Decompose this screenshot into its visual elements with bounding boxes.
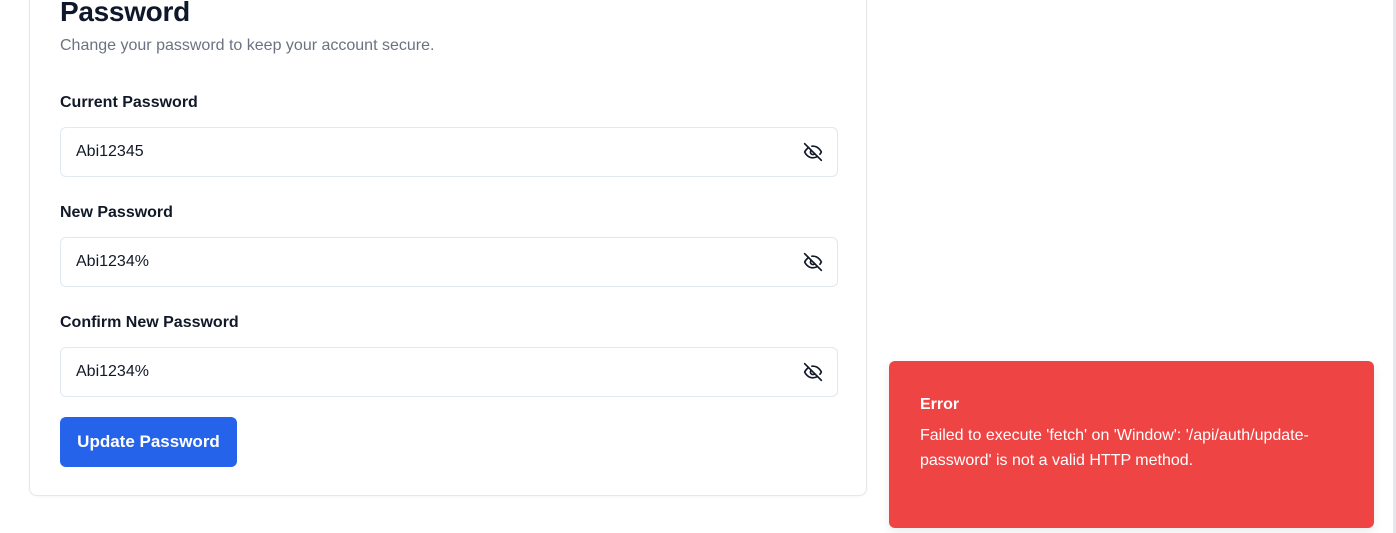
page: Password Change your password to keep yo… (0, 0, 1396, 533)
update-password-button[interactable]: Update Password (60, 417, 237, 467)
error-toast[interactable]: Error Failed to execute 'fetch' on 'Wind… (889, 361, 1374, 528)
new-password-label: New Password (60, 204, 173, 221)
confirm-password-value[interactable]: Abi1234% (76, 348, 149, 396)
new-password-value[interactable]: Abi1234% (76, 238, 149, 286)
section-title: Password (60, 0, 190, 27)
toast-title: Error (920, 396, 960, 413)
confirm-password-field[interactable]: Abi1234% (60, 347, 838, 397)
toast-message: Failed to execute 'fetch' on 'Window': '… (920, 427, 1309, 469)
eye-off-icon[interactable] (801, 360, 825, 384)
confirm-password-label: Confirm New Password (60, 314, 239, 331)
section-subtitle: Change your password to keep your accoun… (60, 37, 435, 54)
eye-off-icon[interactable] (801, 140, 825, 164)
current-password-field[interactable]: Abi12345 (60, 127, 838, 177)
current-password-value[interactable]: Abi12345 (76, 128, 144, 176)
current-password-label: Current Password (60, 94, 198, 111)
new-password-field[interactable]: Abi1234% (60, 237, 838, 287)
eye-off-icon[interactable] (801, 250, 825, 274)
